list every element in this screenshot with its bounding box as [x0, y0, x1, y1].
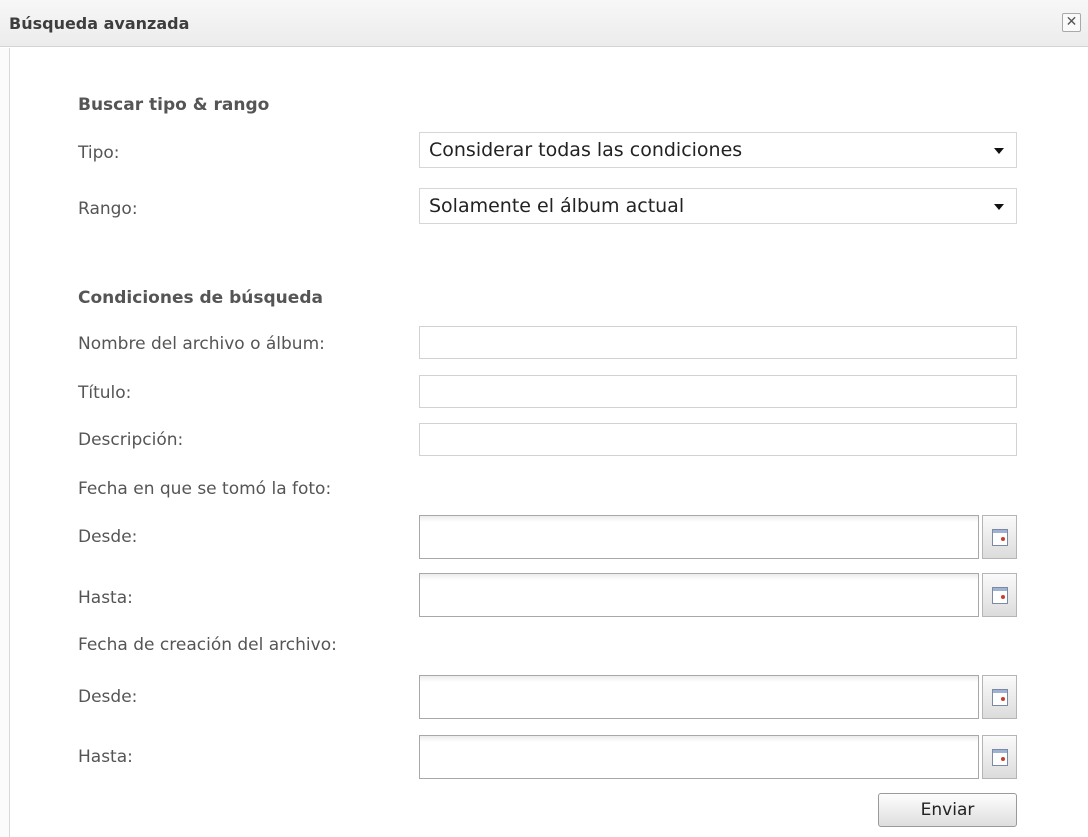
submit-button[interactable]: Enviar — [878, 793, 1017, 827]
photo-to-date-picker — [419, 573, 1017, 617]
dialog-titlebar: Búsqueda avanzada ✕ — [0, 0, 1088, 47]
chevron-down-icon — [994, 204, 1004, 210]
photo-to-label: Hasta: — [78, 588, 133, 608]
filename-input[interactable] — [419, 326, 1017, 359]
file-from-date-picker — [419, 675, 1017, 719]
file-to-date-picker — [419, 735, 1017, 779]
description-label: Descripción: — [78, 430, 184, 450]
title-label: Título: — [78, 383, 132, 403]
calendar-icon — [992, 529, 1008, 546]
dialog-title: Búsqueda avanzada — [9, 14, 190, 33]
file-from-label: Desde: — [78, 687, 138, 707]
file-to-label: Hasta: — [78, 747, 133, 767]
close-icon: ✕ — [1065, 14, 1078, 30]
photo-from-input[interactable] — [419, 515, 979, 559]
calendar-icon — [992, 689, 1008, 706]
filename-label: Nombre del archivo o álbum: — [78, 334, 325, 354]
photo-date-label: Fecha en que se tomó la foto: — [78, 479, 332, 499]
calendar-icon — [992, 587, 1008, 604]
photo-from-label: Desde: — [78, 527, 138, 547]
file-to-calendar-button[interactable] — [982, 735, 1017, 779]
close-button[interactable]: ✕ — [1062, 13, 1081, 32]
range-select-value: Solamente el álbum actual — [429, 195, 685, 217]
type-select-value: Considerar todas las condiciones — [429, 139, 743, 161]
file-date-label: Fecha de creación del archivo: — [78, 635, 337, 655]
range-select[interactable]: Solamente el álbum actual — [419, 188, 1017, 224]
title-input[interactable] — [419, 375, 1017, 408]
type-label: Tipo: — [78, 143, 120, 163]
type-select[interactable]: Considerar todas las condiciones — [419, 132, 1017, 168]
conditions-heading: Condiciones de búsqueda — [78, 288, 323, 308]
photo-to-input[interactable] — [419, 573, 979, 617]
description-input[interactable] — [419, 423, 1017, 456]
calendar-icon — [992, 749, 1008, 766]
chevron-down-icon — [994, 148, 1004, 154]
range-label: Rango: — [78, 199, 138, 219]
type-range-heading: Buscar tipo & rango — [78, 95, 270, 115]
file-from-calendar-button[interactable] — [982, 675, 1017, 719]
advanced-search-dialog: Búsqueda avanzada ✕ Buscar tipo & rango … — [0, 0, 1088, 837]
file-to-input[interactable] — [419, 735, 979, 779]
photo-to-calendar-button[interactable] — [982, 573, 1017, 617]
dialog-left-border — [0, 48, 10, 837]
photo-from-date-picker — [419, 515, 1017, 559]
photo-from-calendar-button[interactable] — [982, 515, 1017, 559]
file-from-input[interactable] — [419, 675, 979, 719]
